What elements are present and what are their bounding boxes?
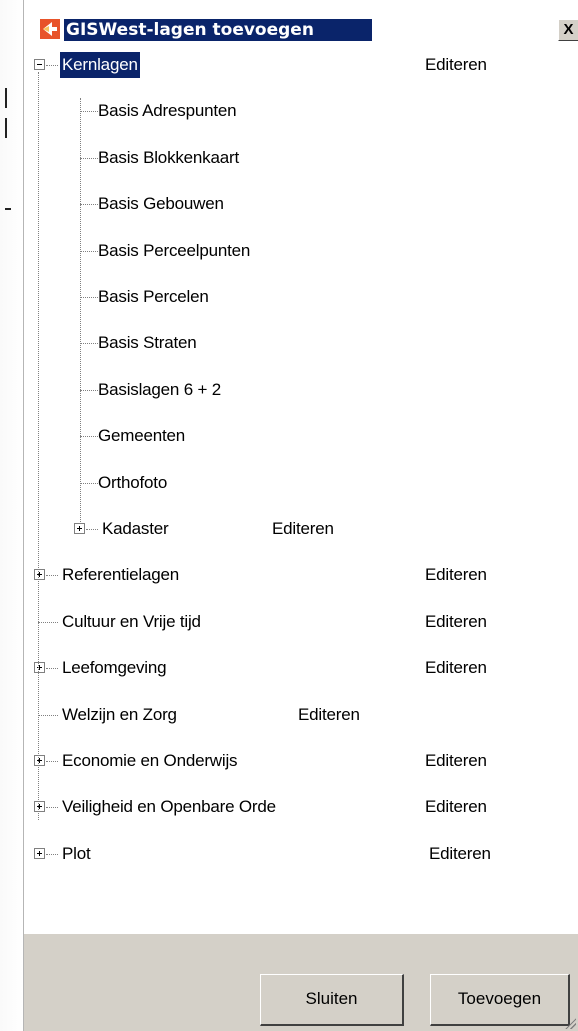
- close-button[interactable]: Sluiten: [260, 974, 404, 1026]
- close-icon[interactable]: X: [558, 19, 578, 41]
- expand-icon[interactable]: [34, 801, 45, 813]
- tree-item-label: Basis Straten: [98, 333, 197, 353]
- layer-tree[interactable]: Kernlagen Editeren Basis Adrespunten Basis …: [24, 44, 578, 934]
- tree-connector: [46, 668, 58, 670]
- add-button[interactable]: Toevoegen: [430, 974, 570, 1026]
- tree-connector: [86, 529, 98, 530]
- tree-item-kadaster[interactable]: Kadaster Editeren: [24, 516, 578, 542]
- tree-item-child[interactable]: Basis Adrespunten: [24, 98, 578, 124]
- tree-item-label: Basislagen 6 + 2: [98, 379, 221, 399]
- background-mark: [5, 88, 7, 108]
- tree-item-group[interactable]: Referentielagen Editeren: [24, 562, 578, 588]
- add-layers-dialog: GISWest-lagen toevoegen X Kernlagen Edite…: [24, 0, 578, 1031]
- expand-icon[interactable]: [34, 847, 45, 859]
- tree-item-label: Gemeenten: [98, 426, 186, 446]
- tree-item-child[interactable]: Basis Percelen: [24, 284, 578, 310]
- tree-connector: [38, 714, 58, 716]
- tree-item-label: Basis Gebouwen: [98, 194, 224, 214]
- tree-item-label: Welzijn en Zorg: [62, 704, 177, 724]
- edit-label[interactable]: Editeren: [298, 702, 360, 728]
- tree-connector: [38, 621, 58, 623]
- edit-label[interactable]: Editeren: [425, 609, 487, 635]
- tree-item-child[interactable]: Basis Perceelpunten: [24, 238, 578, 264]
- edit-label[interactable]: Editeren: [272, 516, 334, 542]
- tree-item-label: Leefomgeving: [62, 658, 167, 678]
- tree-item-label: Basis Percelen: [98, 287, 209, 306]
- edit-label[interactable]: Editeren: [429, 841, 491, 867]
- edit-label[interactable]: Editeren: [425, 794, 487, 820]
- edit-label[interactable]: Editeren: [425, 748, 487, 774]
- tree-item-label: Basis Adrespunten: [98, 101, 237, 121]
- tree-item-child[interactable]: Orthofoto: [24, 470, 578, 496]
- expand-icon[interactable]: [74, 523, 85, 534]
- tree-item-label: Basis Perceelpunten: [98, 240, 251, 260]
- tree-item-group[interactable]: Veiligheid en Openbare Orde Editeren: [24, 794, 578, 820]
- background-mark: [5, 208, 11, 210]
- tree-connector: [46, 575, 58, 577]
- tree-item-child[interactable]: Gemeenten: [24, 423, 578, 449]
- collapse-icon[interactable]: [34, 59, 45, 70]
- tree-item-label: Kernlagen: [60, 52, 140, 78]
- tree-connector: [46, 761, 58, 762]
- tree-item-group[interactable]: Welzijn en Zorg Editeren: [24, 702, 578, 728]
- expand-icon[interactable]: [34, 755, 45, 766]
- tree-connector: [38, 72, 39, 821]
- tree-item-group[interactable]: Leefomgeving Editeren: [24, 655, 578, 681]
- tree-item-label: Veiligheid en Openbare Orde: [62, 797, 276, 817]
- title-bar[interactable]: GISWest-lagen toevoegen X: [24, 0, 578, 44]
- tree-item-child[interactable]: Basislagen 6 + 2: [24, 377, 578, 403]
- tree-item-label: Referentielagen: [62, 565, 180, 585]
- tree-item-kernlagen[interactable]: Kernlagen Editeren: [24, 52, 578, 78]
- tree-item-child[interactable]: Basis Straten: [24, 330, 578, 356]
- tree-item-label: Basis Blokkenkaart: [98, 147, 239, 167]
- expand-icon[interactable]: [34, 569, 45, 581]
- tree-item-label: Kadaster: [102, 519, 169, 538]
- tree-item-group[interactable]: Economie en Onderwijs Editeren: [24, 748, 578, 774]
- tree-connector: [46, 853, 58, 855]
- dialog-title: GISWest-lagen toevoegen: [64, 19, 372, 41]
- gis-logo-icon: [40, 19, 60, 39]
- tree-item-group[interactable]: Plot Editeren: [24, 841, 578, 867]
- edit-label[interactable]: Editeren: [425, 52, 487, 78]
- dialog-footer: Sluiten Toevoegen: [24, 934, 578, 1031]
- tree-item-label: Orthofoto: [98, 472, 168, 492]
- tree-connector: [46, 807, 58, 809]
- tree-item-child[interactable]: Basis Blokkenkaart: [24, 145, 578, 171]
- tree-connector: [46, 65, 58, 66]
- tree-item-label: Cultuur en Vrije tijd: [62, 611, 201, 631]
- resize-grip[interactable]: [564, 1017, 576, 1029]
- expand-icon[interactable]: [34, 662, 45, 674]
- edit-label[interactable]: Editeren: [425, 562, 487, 588]
- edit-label[interactable]: Editeren: [425, 655, 487, 681]
- background-mark: [5, 118, 7, 138]
- background-window-edge: [0, 0, 24, 1031]
- tree-item-label: Plot: [62, 843, 91, 863]
- tree-item-label: Economie en Onderwijs: [62, 751, 238, 770]
- tree-item-child[interactable]: Basis Gebouwen: [24, 191, 578, 217]
- tree-item-group[interactable]: Cultuur en Vrije tijd Editeren: [24, 609, 578, 635]
- tree-connector: [80, 98, 81, 522]
